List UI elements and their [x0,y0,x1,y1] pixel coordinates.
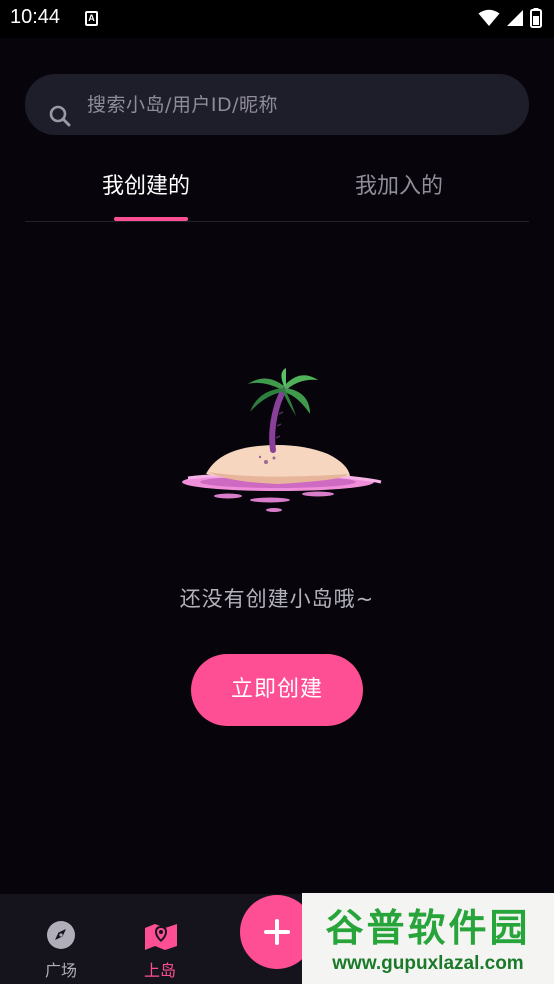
map-pin-icon [145,924,177,950]
nav-item-square[interactable]: 广场 [16,894,106,984]
nav-label-square: 广场 [44,961,77,980]
status-bar: 10:44 A [0,0,554,38]
tab-divider [25,221,529,222]
signal-icon [507,10,523,26]
tab-created[interactable]: 我创建的 [102,168,190,200]
battery-icon [530,8,542,28]
nav-label-island: 上岛 [143,961,176,980]
empty-state-message: 还没有创建小岛哦~ [179,587,375,611]
search-placeholder: 搜索小岛/用户ID/昵称 [87,94,279,116]
compass-icon [47,921,75,949]
notification-icon: A [85,11,98,26]
create-island-button[interactable]: 立即创建 [191,654,363,726]
search-input[interactable]: 搜索小岛/用户ID/昵称 [25,74,529,135]
watermark-url: www.gupuxlazal.com [332,953,524,974]
watermark-title: 谷普软件园 [325,906,531,950]
island-illustration [182,368,382,512]
search-icon [49,105,71,127]
wifi-icon [478,9,500,26]
nav-item-island[interactable]: 上岛 [115,894,205,984]
status-time: 10:44 [10,6,61,28]
status-icons [478,8,542,28]
tab-joined[interactable]: 我加入的 [355,168,443,200]
watermark: 谷普软件园 www.gupuxlazal.com [302,893,554,984]
